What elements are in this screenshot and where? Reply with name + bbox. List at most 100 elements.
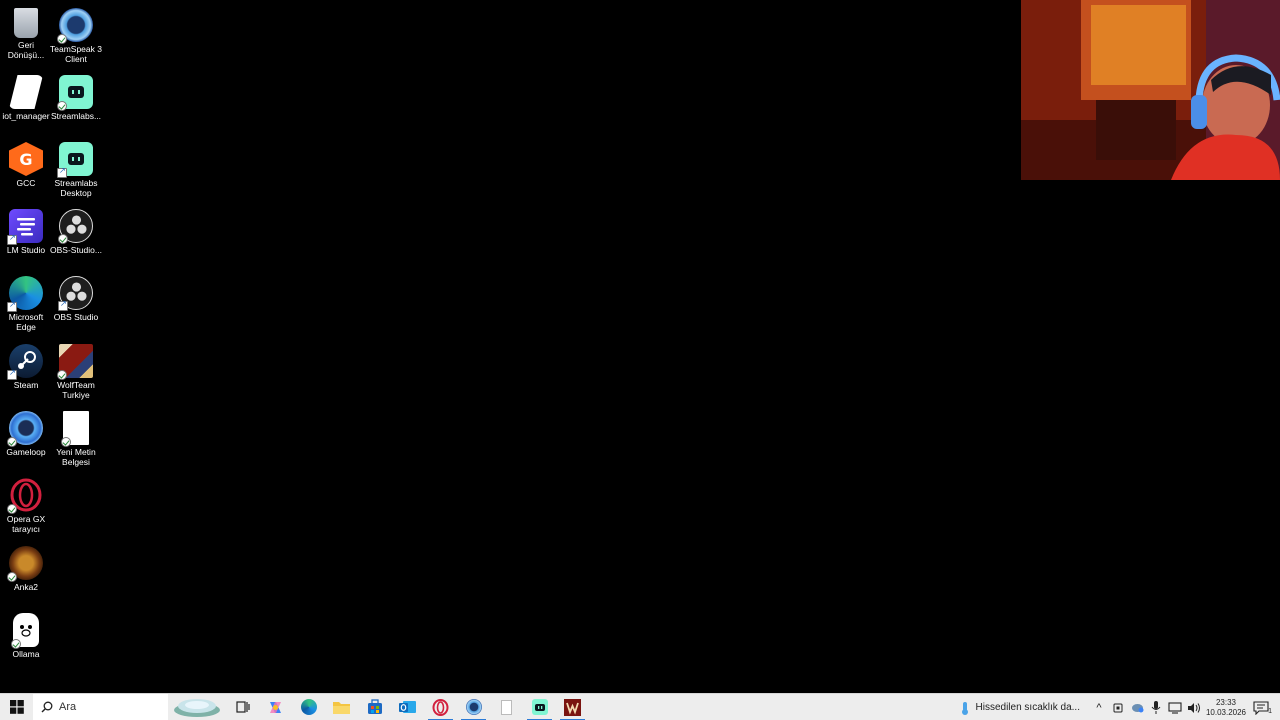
- text-document-icon: [61, 411, 89, 447]
- notification-center-button[interactable]: 1: [1250, 700, 1272, 716]
- iot-manager-icon: [9, 75, 43, 109]
- desktop-icon-label: Streamlabs...: [50, 111, 102, 121]
- weather-text: Hissedilen sıcaklık da...: [975, 702, 1081, 713]
- task-view-button[interactable]: [226, 694, 259, 720]
- desktop-icon-label: GCC: [16, 178, 36, 188]
- start-button[interactable]: [0, 694, 33, 720]
- desktop-icon-label: Opera GX tarayıcı: [6, 514, 46, 534]
- notification-icon: [1253, 700, 1269, 715]
- desktop-icon-label: Geri Dönüşü...: [7, 40, 45, 60]
- desktop-icon-label: Streamlabs Desktop: [54, 178, 98, 198]
- widgets-button[interactable]: [168, 694, 226, 720]
- taskbar-notepad[interactable]: [490, 694, 523, 720]
- notification-count: 1: [1268, 707, 1272, 715]
- desktop-icon-label: OBS Studio: [53, 312, 99, 322]
- teamspeak-icon: [57, 8, 93, 44]
- outlook-icon: [399, 701, 416, 713]
- taskbar-outlook[interactable]: [391, 694, 424, 720]
- anka2-icon: [7, 546, 43, 582]
- gameloop-icon: [7, 411, 43, 447]
- opera-gx-icon: [432, 698, 449, 716]
- taskbar: Ara Hissedilen sıcaklık da... ^ 23:33 10…: [0, 693, 1280, 720]
- streamlabs-icon: [57, 75, 93, 111]
- lm-studio-icon: [7, 209, 43, 245]
- desktop-icon-label: Yeni Metin Belgesi: [56, 447, 96, 467]
- system-tray: Hissedilen sıcaklık da... ^ 23:33 10.03.…: [959, 694, 1280, 720]
- taskbar-wolfteam[interactable]: [556, 694, 589, 720]
- obs-icon: [58, 209, 93, 244]
- obs-icon: [58, 276, 93, 311]
- volume-icon[interactable]: [1186, 700, 1202, 716]
- desktop-icon-label: TeamSpeak 3 Client: [50, 44, 102, 64]
- desktop-icon-anka2[interactable]: Anka2: [0, 542, 52, 592]
- copilot-icon: [270, 701, 281, 713]
- weather-widget[interactable]: Hissedilen sıcaklık da...: [959, 701, 1089, 715]
- opera-gx-icon: [7, 478, 43, 514]
- desktop-icon-recycle-bin[interactable]: Geri Dönüşü...: [0, 4, 52, 60]
- desktop-icon-obs-studio-1[interactable]: OBS-Studio...: [50, 205, 102, 255]
- desktop-icon-label: Microsoft Edge: [8, 312, 44, 332]
- chevron-up-icon[interactable]: ^: [1091, 700, 1107, 716]
- taskbar-opera-gx[interactable]: [424, 694, 457, 720]
- streamlabs-desktop-icon: [57, 142, 93, 178]
- windows-icon: [9, 700, 24, 714]
- desktop-icon-label: Ollama: [12, 649, 40, 659]
- edge-icon: [300, 699, 317, 715]
- search-icon: [41, 701, 53, 713]
- desktop-icon-iot-manager[interactable]: iot_manager: [0, 71, 52, 121]
- svg-text:G: G: [19, 150, 32, 169]
- desktop-icon-obs-studio[interactable]: OBS Studio: [50, 272, 102, 322]
- desktop-icon-label: iot_manager: [2, 111, 50, 121]
- microphone-icon[interactable]: [1148, 700, 1164, 716]
- desktop-icon-label: LM Studio: [6, 245, 46, 255]
- gcc-icon: G: [9, 142, 43, 176]
- recycle-bin-icon: [14, 8, 38, 38]
- desktop-icon-streamlabs-1[interactable]: Streamlabs...: [50, 71, 102, 121]
- taskbar-store[interactable]: [358, 694, 391, 720]
- desktop-icon-lm-studio[interactable]: LM Studio: [0, 205, 52, 255]
- clock[interactable]: 23:33 10.03.2026: [1205, 698, 1247, 718]
- webcam-overlay: [1021, 0, 1280, 180]
- store-icon: [367, 699, 382, 714]
- taskbar-copilot[interactable]: [259, 694, 292, 720]
- search-placeholder: Ara: [59, 701, 77, 713]
- weather-thermometer-icon: [961, 701, 968, 715]
- desktop-icon-wolfteam[interactable]: WolfTeam Turkiye: [50, 340, 102, 400]
- wolfteam-icon: [57, 344, 93, 380]
- teamspeak-icon: [465, 699, 482, 715]
- desktop-icon-yeni-metin-belgesi[interactable]: Yeni Metin Belgesi: [50, 407, 102, 467]
- desktop-icon-teamspeak[interactable]: TeamSpeak 3 Client: [50, 4, 102, 64]
- streamlabs-icon: [531, 699, 548, 715]
- desktop-icon-label: WolfTeam Turkiye: [57, 380, 95, 400]
- clock-time: 23:33: [1215, 697, 1237, 707]
- folder-icon: [333, 702, 350, 714]
- desktop-icon-streamlabs-desktop[interactable]: Streamlabs Desktop: [50, 138, 102, 198]
- steam-icon: [7, 344, 43, 380]
- desktop-icon-label: Anka2: [13, 582, 39, 592]
- desktop-icon-steam[interactable]: Steam: [0, 340, 52, 390]
- desktop-icon-ollama[interactable]: Ollama: [0, 609, 52, 659]
- ollama-icon: [11, 613, 39, 649]
- desktop[interactable]: Geri Dönüşü... TeamSpeak 3 Client iot_ma…: [0, 0, 1280, 693]
- taskbar-streamlabs[interactable]: [523, 694, 556, 720]
- wolfteam-icon: [564, 698, 581, 716]
- desktop-icon-opera-gx[interactable]: Opera GX tarayıcı: [0, 474, 52, 534]
- tray-app-icon[interactable]: [1110, 700, 1126, 716]
- taskbar-teamspeak[interactable]: [457, 694, 490, 720]
- widgets-landscape-icon: [174, 699, 220, 717]
- desktop-icon-label: OBS-Studio...: [50, 245, 102, 255]
- desktop-icon-gcc[interactable]: G GCC: [0, 138, 52, 188]
- desktop-icon-label: Gameloop: [6, 447, 46, 457]
- desktop-icon-microsoft-edge[interactable]: Microsoft Edge: [0, 272, 52, 332]
- desktop-icon-label: Steam: [13, 380, 39, 390]
- search-box[interactable]: Ara: [33, 693, 168, 720]
- clock-date: 10.03.2026: [1205, 707, 1247, 717]
- taskbar-edge[interactable]: [292, 694, 325, 720]
- cloud-sync-icon[interactable]: [1129, 700, 1145, 716]
- edge-icon: [7, 276, 43, 312]
- taskbar-file-explorer[interactable]: [325, 694, 358, 720]
- task-view-icon: [235, 701, 250, 713]
- desktop-icon-gameloop[interactable]: Gameloop: [0, 407, 52, 457]
- notepad-icon: [501, 699, 512, 715]
- network-icon[interactable]: [1167, 700, 1183, 716]
